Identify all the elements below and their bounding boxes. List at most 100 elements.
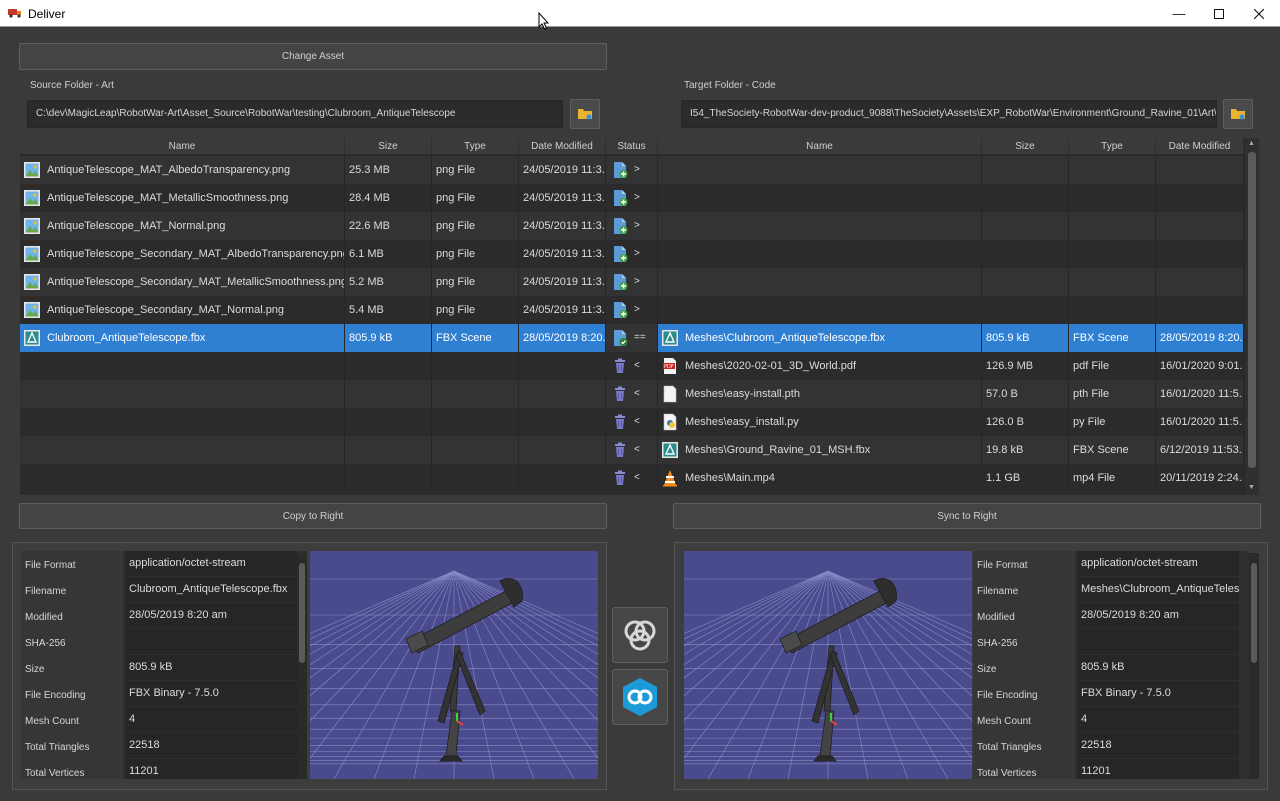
status-direction: < xyxy=(634,388,640,399)
property-value[interactable]: 4 xyxy=(1077,707,1239,732)
property-value[interactable]: FBX Binary - 7.5.0 xyxy=(125,681,297,706)
property-value[interactable]: 805.9 kB xyxy=(125,655,297,680)
match-file-icon xyxy=(612,329,628,347)
target-3d-viewport[interactable] xyxy=(684,551,972,779)
property-value[interactable]: 28/05/2019 8:20 am xyxy=(125,603,297,628)
col-right-modified[interactable]: Date Modified xyxy=(1156,138,1244,155)
property-key: File Encoding xyxy=(21,681,123,707)
status-cell: < xyxy=(606,436,658,464)
status-cell: == xyxy=(606,324,658,352)
status-direction: < xyxy=(634,444,640,455)
target-path-input[interactable]: I54_TheSociety-RobotWar-dev-product_9088… xyxy=(681,100,1217,128)
source-path-input[interactable]: C:\dev\MagicLeap\RobotWar-Art\Asset_Sour… xyxy=(27,100,563,128)
left-modified-cell: 24/05/2019 11:3... xyxy=(519,240,606,268)
left-modified-cell: 24/05/2019 11:3... xyxy=(519,156,606,184)
col-left-type[interactable]: Type xyxy=(432,138,519,155)
left-modified-cell: 24/05/2019 11:3... xyxy=(519,296,606,324)
left-type-cell: png File xyxy=(432,296,519,324)
property-value[interactable] xyxy=(1077,629,1239,654)
property-value[interactable]: 11201 xyxy=(1077,759,1239,779)
table-header: Name Size Type Date Modified Status Name… xyxy=(20,138,1244,155)
left-size-cell: 25.3 MB xyxy=(345,156,432,184)
property-value[interactable]: 805.9 kB xyxy=(1077,655,1239,680)
col-right-name[interactable]: Name xyxy=(658,138,982,155)
property-row: Mesh Count 4 xyxy=(21,707,307,733)
left-modified-cell xyxy=(519,380,606,408)
trash-icon xyxy=(612,441,628,459)
left-name-cell xyxy=(20,352,345,380)
table-row[interactable]: < PDF Meshes\2020-02-01_3D_World.pdf 126.9 … xyxy=(20,352,1244,380)
python-file-icon xyxy=(661,413,679,431)
property-value[interactable] xyxy=(125,629,297,654)
table-row[interactable]: < Meshes\Main.mp4 1.1 GB mp4 File 20/11/2019… xyxy=(20,464,1244,492)
status-direction: > xyxy=(634,248,640,259)
col-left-modified[interactable]: Date Modified xyxy=(519,138,606,155)
right-size-cell xyxy=(982,240,1069,268)
col-left-name[interactable]: Name xyxy=(20,138,345,155)
col-right-size[interactable]: Size xyxy=(982,138,1069,155)
property-value[interactable]: 22518 xyxy=(125,733,297,758)
left-type-cell: png File xyxy=(432,156,519,184)
trash-icon xyxy=(612,357,628,375)
sync-to-right-button[interactable]: Sync to Right xyxy=(673,503,1261,529)
table-row[interactable]: AntiqueTelescope_Secondary_MAT_Normal.pn… xyxy=(20,296,1244,324)
property-value[interactable]: Meshes\Clubroom_AntiqueTeles... xyxy=(1077,577,1239,602)
right-modified-cell xyxy=(1156,240,1244,268)
table-row[interactable]: < Meshes\easy_install.py 126.0 Bpy File 16/… xyxy=(20,408,1244,436)
source-browse-button[interactable] xyxy=(570,99,600,129)
table-row[interactable]: AntiqueTelescope_Secondary_MAT_MetallicS… xyxy=(20,268,1244,296)
property-value[interactable]: application/octet-stream xyxy=(125,551,297,576)
source-3d-viewport[interactable] xyxy=(310,551,598,779)
col-right-type[interactable]: Type xyxy=(1069,138,1156,155)
property-value[interactable]: 11201 xyxy=(125,759,297,779)
right-type-cell: mp4 File xyxy=(1069,464,1156,492)
add-file-icon xyxy=(612,245,628,263)
right-type-cell xyxy=(1069,184,1156,212)
right-type-cell: pth File xyxy=(1069,380,1156,408)
property-value[interactable]: 4 xyxy=(125,707,297,732)
target-folder-label: Target Folder - Code xyxy=(684,80,776,91)
close-button[interactable] xyxy=(1236,0,1280,27)
left-size-cell: 22.6 MB xyxy=(345,212,432,240)
target-props-scrollbar[interactable] xyxy=(1249,553,1259,779)
property-row: Total Vertices 11201 xyxy=(973,759,1249,779)
right-size-cell: 19.8 kB xyxy=(982,436,1069,464)
table-row[interactable]: AntiqueTelescope_MAT_AlbedoTransparency.… xyxy=(20,156,1244,184)
left-name-cell xyxy=(20,464,345,492)
left-size-cell xyxy=(345,380,432,408)
target-browse-button[interactable] xyxy=(1223,99,1253,129)
table-row[interactable]: AntiqueTelescope_MAT_MetallicSmoothness.… xyxy=(20,184,1244,212)
link-tool-button[interactable] xyxy=(612,669,668,725)
table-row[interactable]: AntiqueTelescope_MAT_Normal.png 22.6 MB pn… xyxy=(20,212,1244,240)
col-status[interactable]: Status xyxy=(606,138,658,155)
property-row: Total Vertices 11201 xyxy=(21,759,307,779)
property-value[interactable]: FBX Binary - 7.5.0 xyxy=(1077,681,1239,706)
property-value[interactable]: 22518 xyxy=(1077,733,1239,758)
target-properties: File Format application/octet-stream Filen… xyxy=(973,551,1249,779)
table-scrollbar[interactable]: ▲ ▼ xyxy=(1245,138,1259,495)
left-type-cell xyxy=(432,436,519,464)
property-value[interactable]: Clubroom_AntiqueTelescope.fbx xyxy=(125,577,297,602)
table-row[interactable]: < Meshes\easy-install.pth 57.0 Bpth File 16… xyxy=(20,380,1244,408)
property-row: Filename Meshes\Clubroom_AntiqueTeles... xyxy=(973,577,1249,603)
telescope-model xyxy=(405,578,523,762)
compare-tool-button[interactable] xyxy=(612,607,668,663)
status-cell: > xyxy=(606,212,658,240)
right-type-cell xyxy=(1069,268,1156,296)
col-left-size[interactable]: Size xyxy=(345,138,432,155)
table-row[interactable]: Clubroom_AntiqueTelescope.fbx 805.9 kB FBX… xyxy=(20,324,1244,352)
copy-to-right-button[interactable]: Copy to Right xyxy=(19,503,607,529)
right-size-cell xyxy=(982,268,1069,296)
right-size-cell xyxy=(982,184,1069,212)
right-type-cell: pdf File xyxy=(1069,352,1156,380)
property-value[interactable]: application/octet-stream xyxy=(1077,551,1239,576)
right-name-cell: Meshes\Clubroom_AntiqueTelescope.fbx xyxy=(658,324,982,352)
change-asset-button[interactable]: Change Asset xyxy=(19,43,607,70)
table-row[interactable]: < Meshes\Ground_Ravine_01_MSH.fbx 19.8 kB F… xyxy=(20,436,1244,464)
status-cell: > xyxy=(606,296,658,324)
fbx-file-icon xyxy=(661,329,679,347)
property-value[interactable]: 28/05/2019 8:20 am xyxy=(1077,603,1239,628)
left-modified-cell: 24/05/2019 11:3... xyxy=(519,212,606,240)
source-props-scrollbar[interactable] xyxy=(297,553,307,779)
table-row[interactable]: AntiqueTelescope_Secondary_MAT_AlbedoTra… xyxy=(20,240,1244,268)
